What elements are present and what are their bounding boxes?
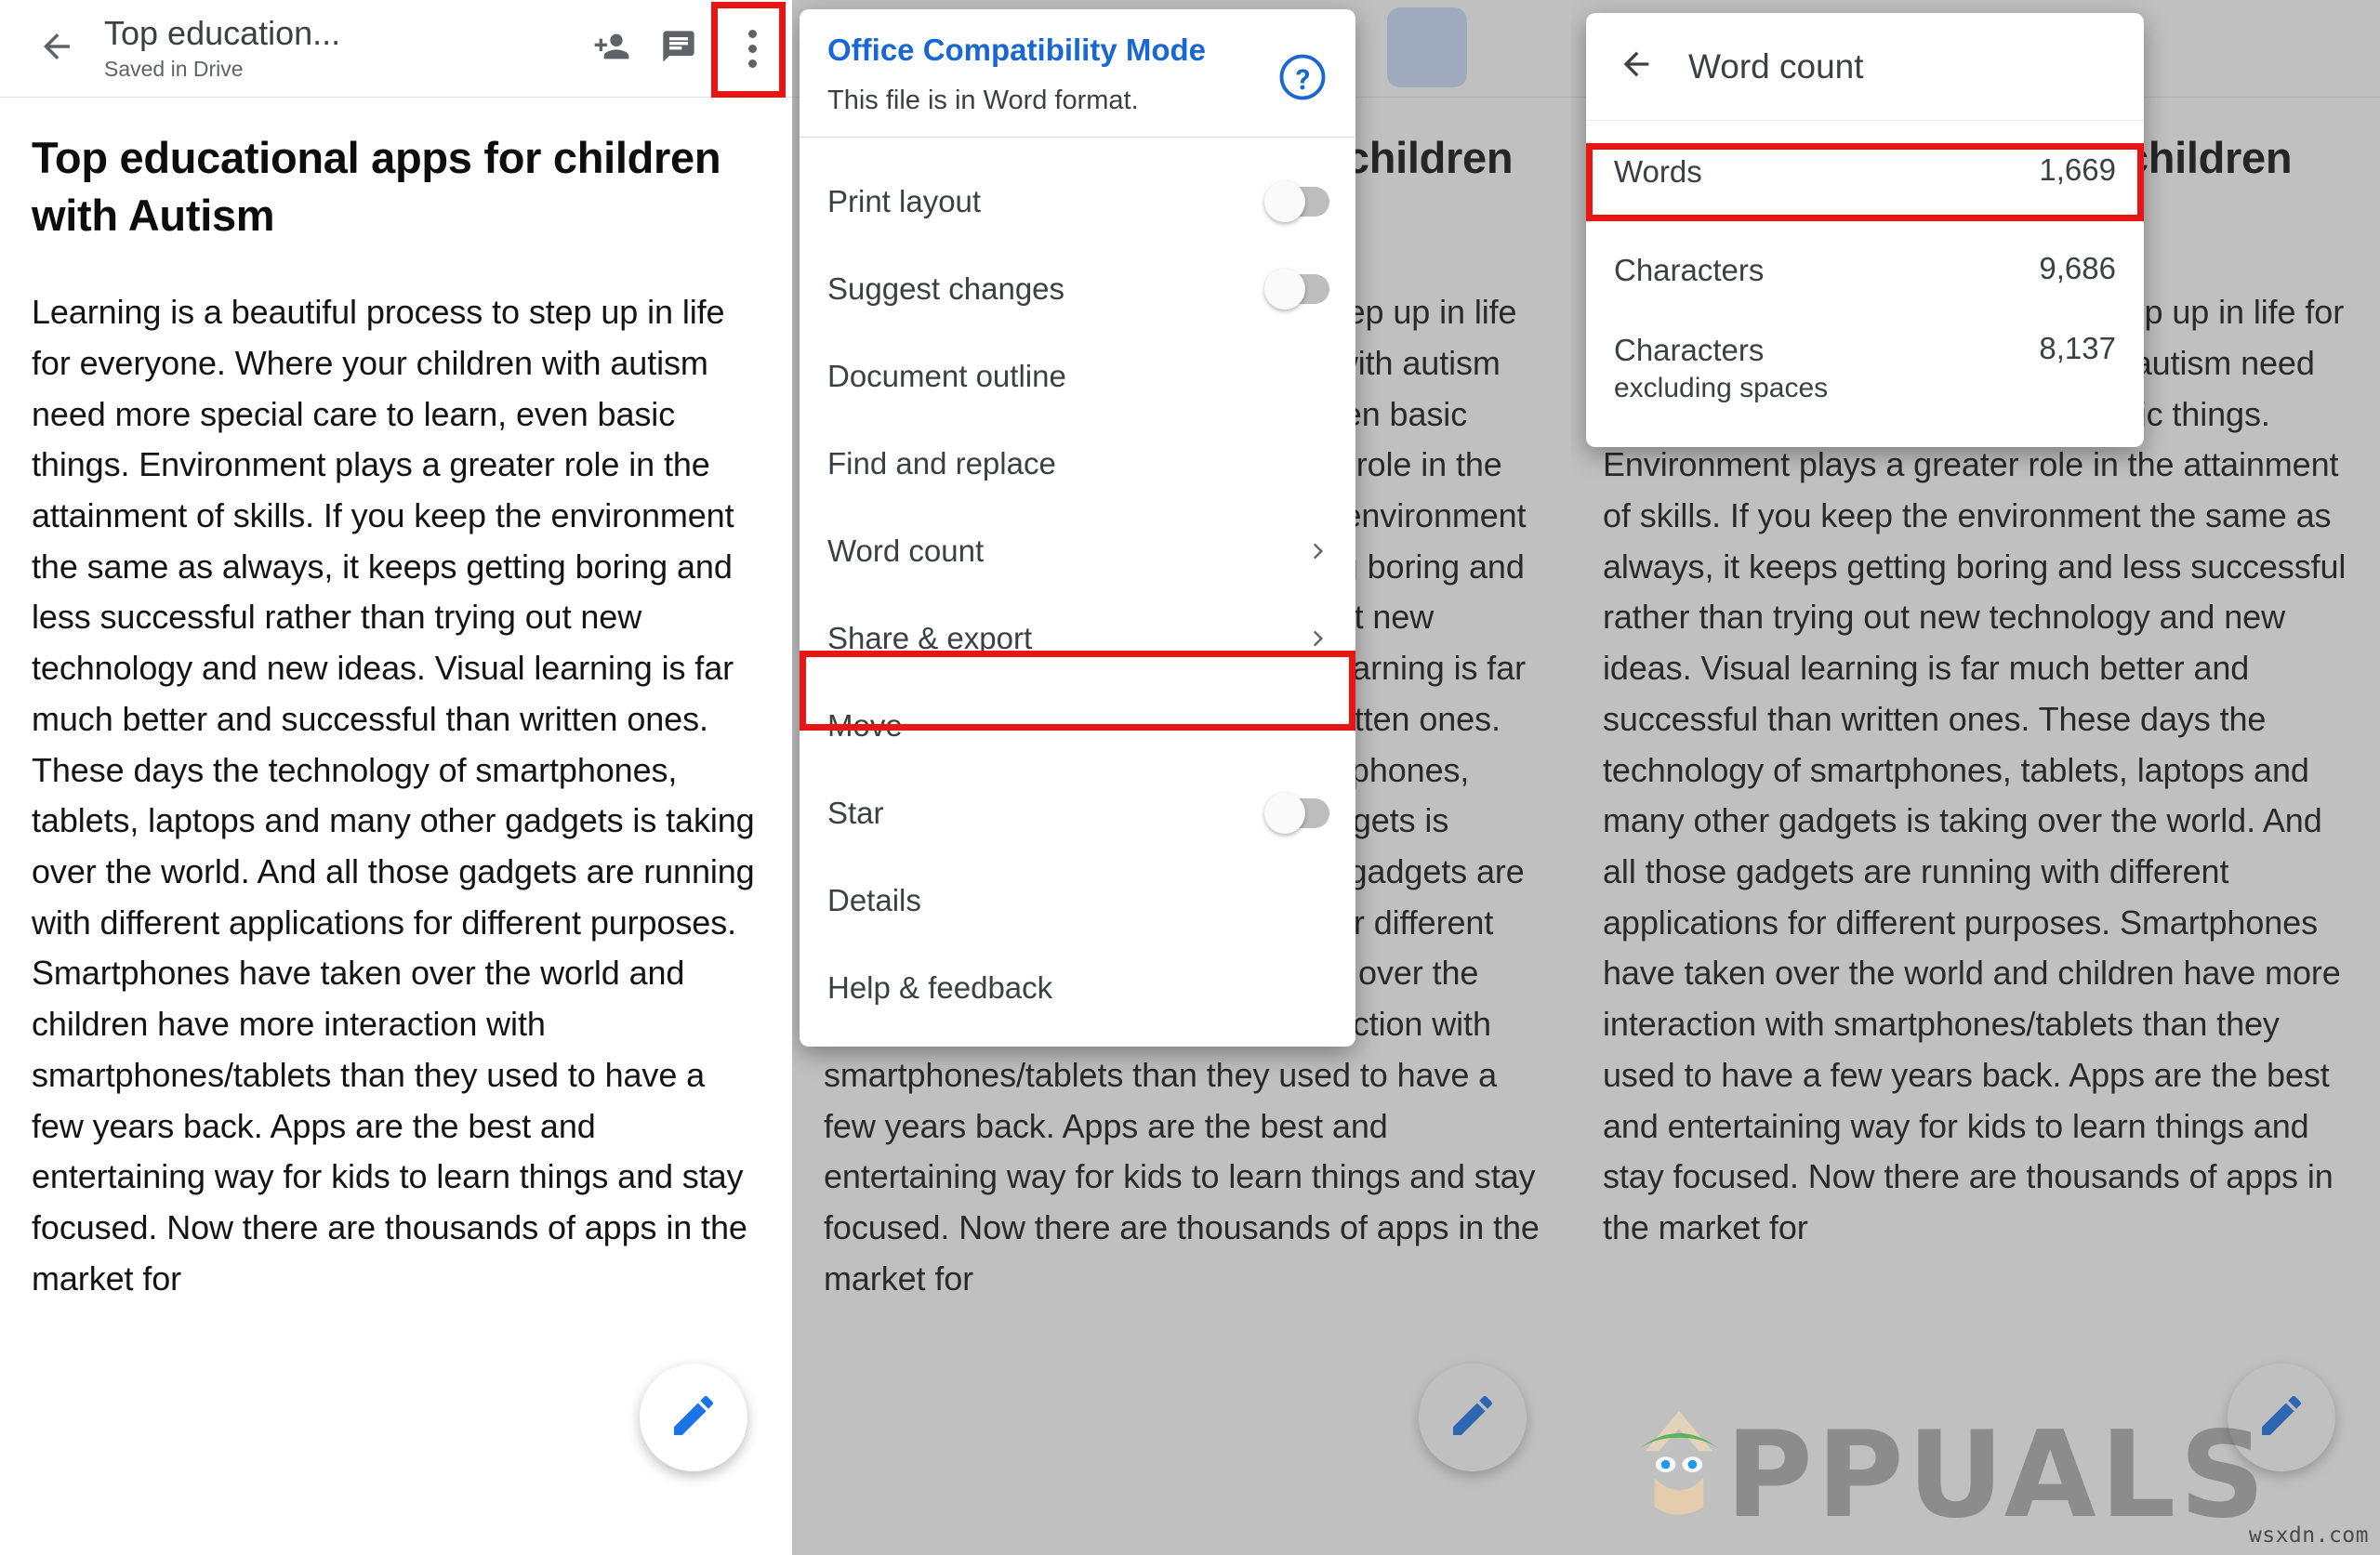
word-count-row-words: Words 1,669 — [1586, 121, 2144, 223]
menu-item-label: Details — [827, 882, 921, 917]
document-title: Top education... — [104, 14, 341, 52]
title-block[interactable]: Top education... Saved in Drive — [104, 15, 578, 83]
menu-item-label: Find and replace — [827, 445, 1056, 481]
menu-item-print-layout[interactable]: Print layout — [800, 167, 1355, 236]
panel-menu-open: Top education... Saved in Drive Top educ… — [792, 0, 1571, 1555]
menu-item-label: Document outline — [827, 358, 1066, 393]
panel-word-count: Top education... Saved in Drive Top educ… — [1571, 0, 2380, 1555]
menu-items-list: Print layout Suggest changes Document ou… — [800, 138, 1355, 1047]
menu-item-document-outline[interactable]: Document outline — [800, 342, 1355, 411]
office-compat-desc: This file is in Word format. — [827, 85, 1139, 115]
row-sublabel: excluding spaces — [1614, 372, 1829, 403]
menu-item-label: Suggest changes — [827, 270, 1065, 306]
row-label: Words — [1614, 154, 1702, 189]
menu-item-move[interactable]: Move — [800, 692, 1355, 760]
star-toggle[interactable] — [1264, 792, 1329, 834]
person-add-icon — [593, 28, 630, 70]
chevron-right-icon — [1305, 626, 1329, 651]
row-label-main: Characters — [1614, 333, 1765, 368]
help-circle-icon — [1277, 54, 1328, 106]
overflow-button-pressed-highlight — [1387, 7, 1467, 87]
menu-item-label: Help & feedback — [827, 969, 1053, 1005]
document-heading: Top educational apps for children with A… — [32, 133, 721, 241]
row-value: 9,686 — [2039, 251, 2116, 286]
word-count-row-characters-excluding-spaces: Characters excluding spaces 8,137 — [1586, 318, 2144, 447]
word-count-row-characters: Characters 9,686 — [1586, 223, 2144, 318]
menu-item-help-and-feedback[interactable]: Help & feedback — [800, 954, 1355, 1022]
add-person-button[interactable] — [578, 11, 645, 86]
word-count-title: Word count — [1688, 46, 1864, 86]
word-count-back-button[interactable] — [1608, 39, 1664, 95]
office-compat-text: Office Compatibility Mode This file is i… — [827, 32, 1277, 116]
menu-item-details[interactable]: Details — [800, 866, 1355, 935]
menu-item-label: Share & export — [827, 620, 1033, 655]
word-count-dialog: Word count Words 1,669 Characters 9,686 … — [1586, 13, 2144, 448]
chevron-right-icon — [1305, 539, 1329, 563]
panel-document-view: Top education... Saved in Drive Top educ… — [0, 0, 792, 1555]
print-layout-toggle[interactable] — [1264, 180, 1329, 222]
document-content[interactable]: Top educational apps for children with A… — [0, 98, 792, 1304]
edit-pencil-icon — [668, 1390, 720, 1446]
save-status: Saved in Drive — [104, 57, 244, 82]
menu-item-share-and-export[interactable]: Share & export — [800, 604, 1355, 673]
comment-button[interactable] — [645, 11, 712, 86]
row-value: 8,137 — [2039, 331, 2116, 366]
menu-item-label: Print layout — [827, 183, 982, 218]
edit-fab-button[interactable] — [640, 1364, 747, 1471]
overflow-menu-button[interactable] — [712, 0, 792, 98]
help-button[interactable] — [1277, 52, 1328, 102]
site-tag: wsxdn.com — [2248, 1523, 2369, 1548]
document-paragraph: Learning is a beautiful process to step … — [32, 293, 755, 1298]
row-label: Characters — [1614, 253, 1765, 288]
back-button[interactable] — [20, 12, 93, 85]
screenshot-stage: Top education... Saved in Drive Top educ… — [0, 0, 2380, 1555]
menu-item-label: Star — [827, 795, 884, 830]
menu-item-star[interactable]: Star — [800, 779, 1355, 848]
suggest-changes-toggle[interactable] — [1264, 268, 1329, 310]
row-value: 1,669 — [2039, 152, 2116, 187]
menu-item-label: Word count — [827, 533, 985, 568]
menu-item-suggest-changes[interactable]: Suggest changes — [800, 255, 1355, 323]
back-arrow-icon — [37, 27, 76, 71]
back-arrow-icon — [1618, 46, 1655, 87]
office-compat-title: Office Compatibility Mode — [827, 33, 1207, 67]
row-label: Characters excluding spaces — [1614, 331, 2024, 406]
word-count-header: Word count — [1586, 13, 2144, 120]
menu-item-word-count[interactable]: Word count — [800, 517, 1355, 586]
comment-icon — [660, 28, 697, 70]
app-bar-actions — [578, 0, 792, 98]
menu-item-label: Move — [827, 707, 903, 743]
overflow-menu: Office Compatibility Mode This file is i… — [800, 9, 1355, 1047]
app-bar: Top education... Saved in Drive — [0, 0, 792, 98]
office-compatibility-banner[interactable]: Office Compatibility Mode This file is i… — [800, 9, 1355, 137]
more-vert-icon — [747, 29, 757, 68]
menu-item-find-and-replace[interactable]: Find and replace — [800, 429, 1355, 498]
